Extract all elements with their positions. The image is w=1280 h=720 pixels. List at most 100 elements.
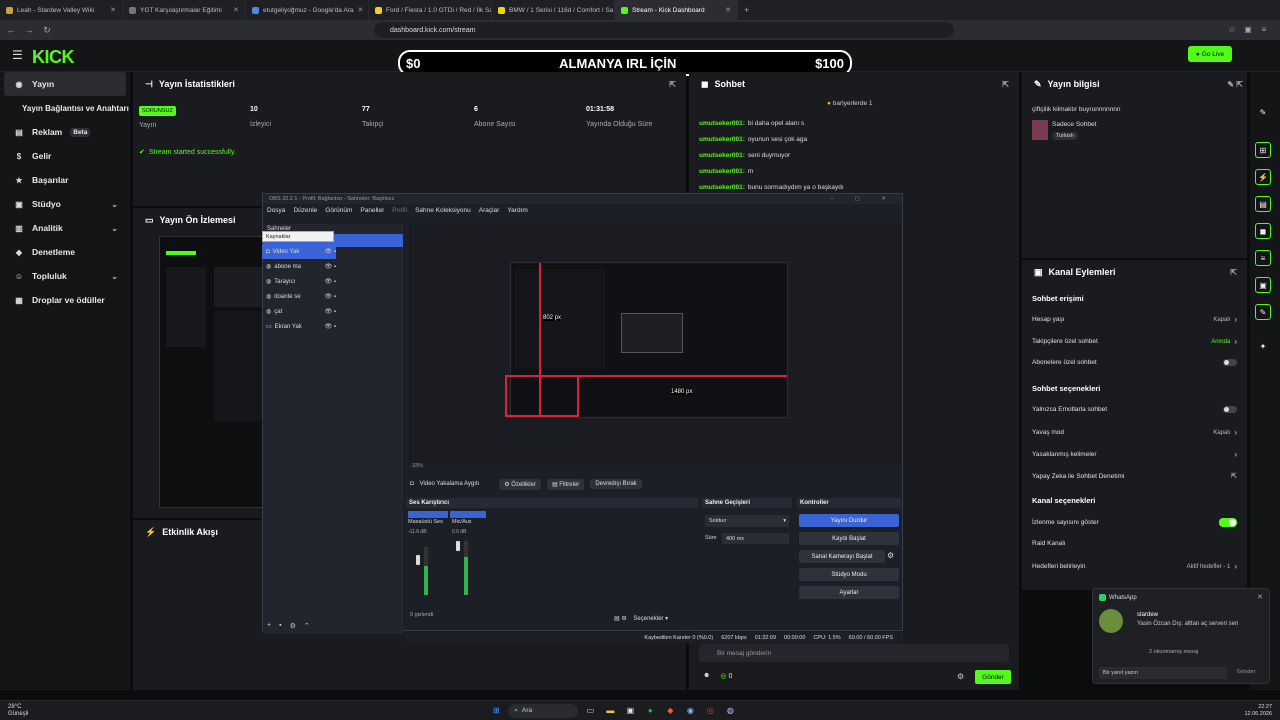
control-button[interactable]: Stüdyo Modu	[799, 568, 899, 581]
properties-button[interactable]: ⚙ Özellikler	[499, 478, 541, 490]
bolt-icon[interactable]: ⚡	[1255, 169, 1271, 185]
setting-row[interactable]: Takipçilere özel sohbet Anında ›	[1032, 337, 1237, 346]
source-item[interactable]: ◍ abone ma 👁 ▪	[262, 259, 336, 274]
browser-tab[interactable]: etutgeliyoğmuz - Google'da Ara ✕	[246, 0, 369, 20]
setting-row[interactable]: Abonelere özel sohbet	[1032, 359, 1237, 366]
mixer-ch1-slider[interactable]	[416, 555, 420, 565]
edit-icon[interactable]: ✎	[1255, 104, 1271, 120]
bookmark-icon[interactable]: ☆	[1226, 25, 1238, 35]
tag-icon[interactable]: ▣	[1255, 277, 1271, 293]
plugin-icon[interactable]: ✦	[1255, 338, 1271, 354]
folder-icon[interactable]: ▬	[602, 703, 618, 719]
setting-control[interactable]: ›	[1234, 450, 1237, 459]
browser-tab[interactable]: Leah - Stardew Valley Wiki ✕	[0, 0, 123, 20]
popout-icon[interactable]: ⇱	[669, 80, 676, 89]
sidebar-item[interactable]: ☺ Topluluk ⌄	[0, 264, 130, 288]
source-item[interactable]: ◍ çat 👁 ▪	[262, 304, 336, 319]
obs-menu-item[interactable]: Dosya	[267, 207, 285, 214]
mixer-ch2-slider[interactable]	[456, 541, 460, 551]
go-live-button[interactable]: ● Go Live	[1188, 46, 1232, 62]
url-field[interactable]: dashboard.kick.com/stream	[374, 22, 954, 38]
chat-username[interactable]: umutseker001:	[699, 152, 745, 159]
close-icon[interactable]: ✕	[725, 6, 731, 14]
sidebar-item[interactable]: ▦ Droplar ve ödüller	[0, 288, 130, 312]
layout-icon[interactable]: ⊞	[1255, 142, 1271, 158]
list-icon[interactable]: ≡	[1255, 250, 1271, 266]
obs-menu-item[interactable]: Yardım	[507, 207, 527, 214]
obs-menu-item[interactable]: Düzenle	[293, 207, 317, 214]
note-icon[interactable]: ▤	[1255, 196, 1271, 212]
extensions-icon[interactable]: ▣	[1242, 25, 1254, 35]
browser-tab[interactable]: YGT Karşılaştırmalar Eğitimi ✕	[123, 0, 246, 20]
source-item[interactable]: ▭ Ekran Yak 👁 ▪	[262, 319, 336, 334]
brave-icon[interactable]: ◆	[662, 703, 678, 719]
obs-menu-item[interactable]: Araçlar	[479, 207, 500, 214]
window-controls[interactable]: – ▢ ✕	[830, 196, 896, 202]
deactivate-button[interactable]: Devredışı Bırak	[590, 479, 642, 489]
zoom-level[interactable]: 33%	[412, 463, 423, 469]
source-item[interactable]: ◘ Video Yak 👁 ▪	[262, 244, 336, 259]
clock[interactable]: 22:27 12.06.2026	[1244, 704, 1272, 718]
visibility-lock-icons[interactable]: 👁 ▪	[325, 263, 336, 270]
whatsapp-notification[interactable]: WhatsApp ✕ stardew Yasin Özcan Dış: altt…	[1092, 588, 1270, 684]
back-icon[interactable]: ←	[4, 25, 18, 35]
setting-row[interactable]: Yavaş mod Kapalı ›	[1032, 428, 1237, 437]
weather-widget[interactable]: 28°C Güneşli	[8, 704, 28, 718]
setting-row[interactable]: Yapay Zeka ile Sohbet Denetimi ⇱	[1032, 472, 1237, 481]
close-icon[interactable]: ✕	[358, 6, 364, 14]
close-icon[interactable]: ✕	[233, 6, 239, 14]
transition-select[interactable]: Solduır ▾	[705, 515, 789, 527]
options-dropdown[interactable]: ▤ ⚙ Seçenekler ▾	[614, 615, 668, 622]
new-tab-icon[interactable]: +	[744, 5, 749, 15]
visibility-lock-icons[interactable]: 👁 ▪	[325, 308, 336, 315]
reload-icon[interactable]: ↻	[40, 25, 54, 36]
obs-menu-item[interactable]: Sahne Koleksiyonu	[415, 207, 471, 214]
chat-username[interactable]: umutseker001:	[699, 184, 745, 191]
chat-icon[interactable]: ◼	[1255, 223, 1271, 239]
task-view-icon[interactable]: ▭	[582, 703, 598, 719]
terminal-icon[interactable]: ▣	[622, 703, 638, 719]
control-button[interactable]: Ayarlar	[799, 586, 899, 599]
spotify-icon[interactable]: ●	[642, 703, 658, 719]
chat-username[interactable]: umutseker001:	[699, 136, 745, 143]
gear-icon[interactable]: ⚙	[887, 551, 894, 560]
source-item[interactable]: ◍ Tarayıcı 👁 ▪	[262, 274, 336, 289]
control-button[interactable]: Yayını Durdur	[799, 514, 899, 527]
windows-start-icon[interactable]: ⊞	[488, 703, 504, 719]
toggle-switch[interactable]	[1223, 359, 1237, 366]
setting-control[interactable]: Kapalı ›	[1213, 428, 1237, 437]
emote-icon[interactable]: ☻	[703, 672, 710, 680]
browser-tab[interactable]: Ford / Fiesta / 1.0 GTDi / Red / İlk Sa✕	[369, 0, 492, 20]
setting-row[interactable]: Yasaklanmış kelimeler ›	[1032, 450, 1237, 459]
obs-menu-item[interactable]: Paneller	[360, 207, 384, 214]
control-button[interactable]: Kaydı Başlat	[799, 532, 899, 545]
setting-control[interactable]	[1223, 406, 1237, 413]
close-icon[interactable]: ✕	[1257, 593, 1263, 601]
sidebar-item[interactable]: ▣ Stüdyo ⌄	[0, 192, 130, 216]
wa-reply-input[interactable]: Bir yanıt yazın	[1099, 667, 1227, 679]
visibility-lock-icons[interactable]: 👁 ▪	[325, 293, 336, 300]
toggle-switch[interactable]	[1223, 406, 1237, 413]
filters-button[interactable]: ▤ Filtreler	[546, 478, 585, 490]
duration-input[interactable]: 400 ms	[722, 533, 789, 544]
setting-row[interactable]: Yalnızca Emotlarla sohbet	[1032, 406, 1237, 413]
record-icon[interactable]: ◎	[702, 703, 718, 719]
visibility-lock-icons[interactable]: 👁 ▪	[325, 323, 336, 330]
gear-icon[interactable]: ⚙	[290, 622, 296, 630]
trash-icon[interactable]: ▪	[279, 622, 281, 630]
add-icon[interactable]: +	[267, 622, 271, 630]
chat-username[interactable]: umutseker001:	[699, 120, 745, 127]
setting-control[interactable]	[1223, 359, 1237, 366]
settings-icon[interactable]: ⚙	[957, 672, 964, 681]
sidebar-item[interactable]: ◉ Yayın	[4, 72, 126, 96]
close-icon[interactable]: ✕	[110, 6, 116, 14]
setting-row[interactable]: Hesap yaşı Kapalı ›	[1032, 315, 1237, 324]
setting-control[interactable]: Anında ›	[1211, 337, 1237, 346]
send-button[interactable]: Gönder	[975, 670, 1011, 684]
taskbar-search[interactable]: ⌕ Ara	[508, 703, 579, 718]
edit-icon[interactable]: ✎ ⇱	[1227, 80, 1243, 89]
pinned-message[interactable]: ● barlyerlerde 1	[827, 100, 873, 107]
browser-tab[interactable]: Stream - Kick Dashboard ✕	[615, 0, 738, 20]
setting-control[interactable]: Kapalı ›	[1213, 315, 1237, 324]
forward-icon[interactable]: →	[22, 25, 36, 35]
